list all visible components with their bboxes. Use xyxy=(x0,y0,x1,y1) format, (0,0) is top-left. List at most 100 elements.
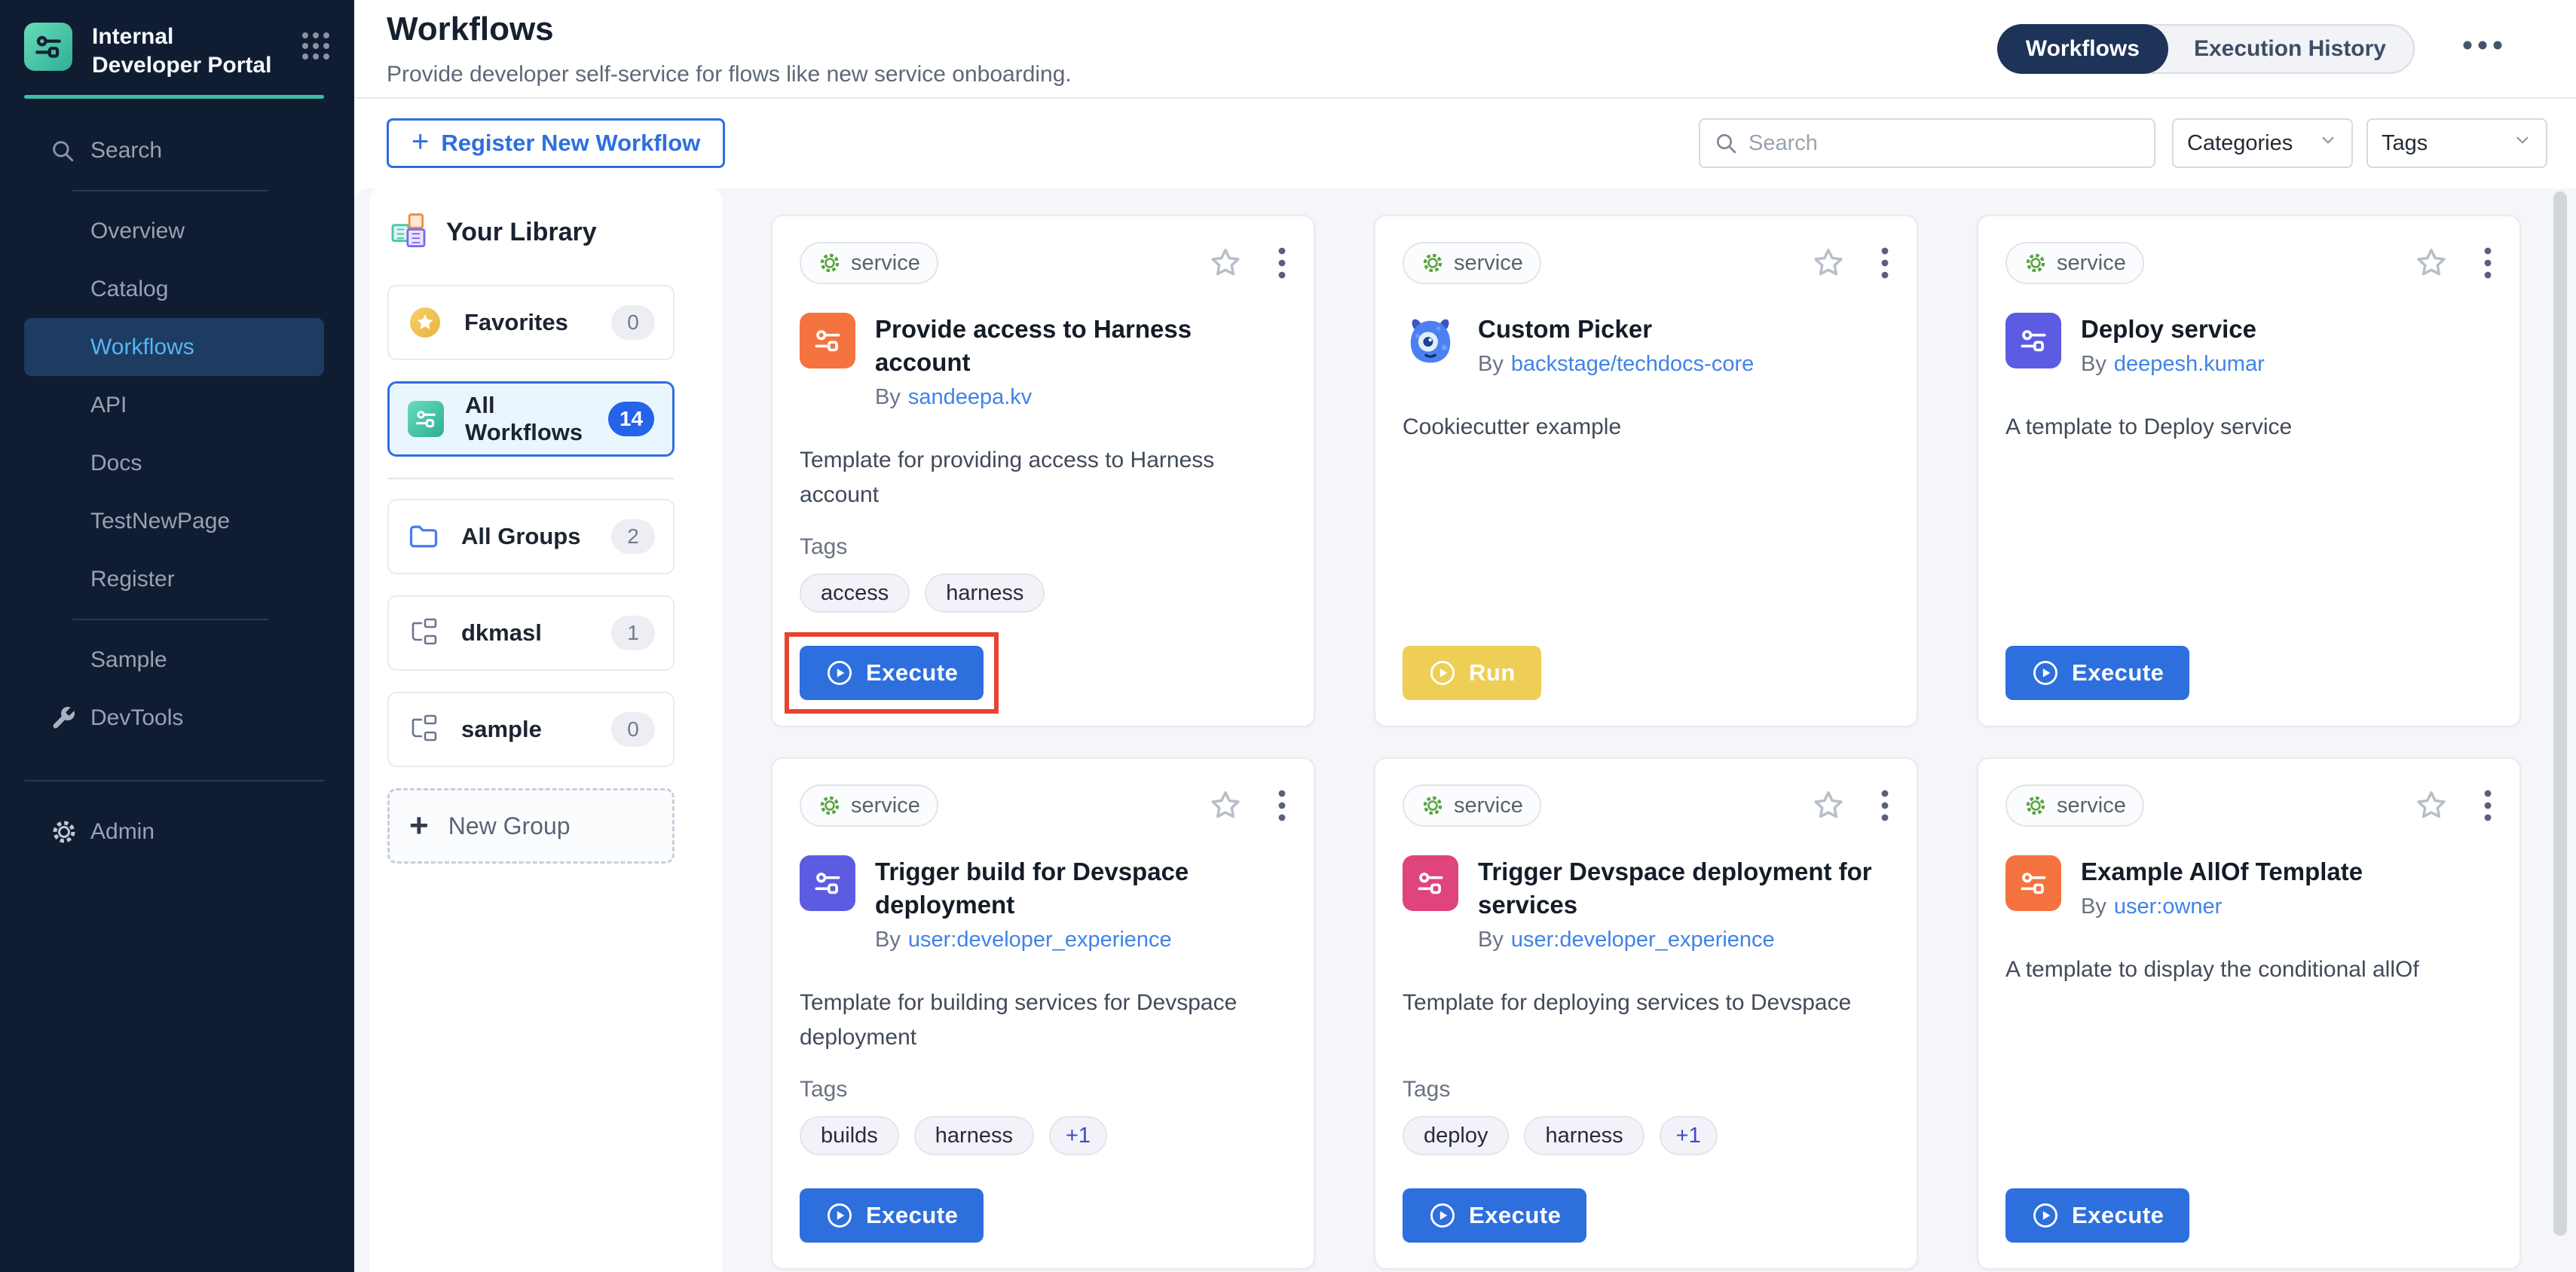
workflow-icon xyxy=(800,855,855,911)
author-link[interactable]: user:developer_experience xyxy=(908,928,1172,952)
library-item-all-groups[interactable]: All Groups2 xyxy=(387,499,675,574)
card-spacer xyxy=(800,512,1286,534)
tag-pill[interactable]: access xyxy=(800,573,910,613)
service-gear-icon xyxy=(2024,793,2048,818)
workflow-icon xyxy=(2005,313,2061,368)
kebab-menu-icon[interactable] xyxy=(1880,787,1889,824)
sidebar-item-workflows[interactable]: Workflows xyxy=(24,318,324,376)
tags-label: Tags xyxy=(1403,1077,1889,1102)
apps-grid-icon[interactable] xyxy=(300,30,332,66)
sidebar-item-overview[interactable]: Overview xyxy=(24,202,324,260)
author-link[interactable]: user:owner xyxy=(2114,894,2222,919)
card-head-text: Example AllOf TemplateByuser:owner xyxy=(2081,855,2363,919)
library-item-label: sample xyxy=(461,716,542,743)
card-spacer xyxy=(800,1055,1286,1077)
favorite-star-icon[interactable] xyxy=(2414,246,2449,280)
tag-pill[interactable]: harness xyxy=(1524,1116,1644,1155)
kebab-menu-icon[interactable] xyxy=(1277,245,1286,281)
tags-filter[interactable]: Tags xyxy=(2366,118,2547,168)
page-subtitle: Provide developer self-service for flows… xyxy=(387,62,1072,87)
tag-pill[interactable]: deploy xyxy=(1403,1116,1509,1155)
library-panel: Your Library Favorites0All Workflows14Al… xyxy=(369,188,722,1272)
action-label: Run xyxy=(1469,659,1516,686)
view-toggle-workflows[interactable]: Workflows xyxy=(1997,24,2168,74)
author-link[interactable]: user:developer_experience xyxy=(1511,928,1775,952)
scrollbar-thumb[interactable] xyxy=(2553,191,2567,1236)
execute-button[interactable]: Execute xyxy=(800,1188,984,1243)
favorite-star-icon[interactable] xyxy=(1811,246,1846,280)
tag-pill[interactable]: harness xyxy=(914,1116,1034,1155)
favorite-star-icon[interactable] xyxy=(2414,788,2449,823)
new-group-button[interactable]: +New Group xyxy=(387,788,675,864)
sidebar-item-docs[interactable]: Docs xyxy=(24,434,324,492)
tag-pill[interactable]: harness xyxy=(925,573,1045,613)
category-label: service xyxy=(2057,793,2126,818)
kebab-menu-icon[interactable] xyxy=(1880,245,1889,281)
library-item-count: 0 xyxy=(611,305,655,340)
library-item-all-workflows[interactable]: All Workflows14 xyxy=(387,381,675,457)
by-label: By xyxy=(1478,352,1504,376)
favorite-star-icon[interactable] xyxy=(1811,788,1846,823)
sidebar-item-register[interactable]: Register xyxy=(24,550,324,608)
extra-tags-pill[interactable]: +1 xyxy=(1660,1116,1718,1155)
card-top-row: service xyxy=(800,242,1286,284)
sidebar-item-devtools[interactable]: DevTools xyxy=(24,689,324,747)
categories-filter[interactable]: Categories xyxy=(2172,118,2353,168)
folder-icon xyxy=(407,520,440,553)
tags-label: Tags xyxy=(800,534,1286,560)
action-label: Execute xyxy=(866,659,958,686)
extra-tags-pill[interactable]: +1 xyxy=(1049,1116,1107,1155)
wrench-icon xyxy=(50,705,77,732)
sidebar-item-api[interactable]: API xyxy=(24,376,324,434)
content-area: Your Library Favorites0All Workflows14Al… xyxy=(354,188,2576,1272)
library-item-sample[interactable]: sample 0 xyxy=(387,692,675,767)
sidebar-item-catalog[interactable]: Catalog xyxy=(24,260,324,318)
card-title: Trigger Devspace deployment for services xyxy=(1478,855,1889,922)
kebab-menu-icon[interactable] xyxy=(1277,787,1286,824)
tag-pill[interactable]: builds xyxy=(800,1116,899,1155)
library-cubes-icon xyxy=(387,211,430,253)
execute-button[interactable]: Execute xyxy=(2005,646,2189,700)
card-title: Provide access to Harness account xyxy=(875,313,1286,379)
library-item-count: 0 xyxy=(611,712,655,747)
sidebar-item-label: Register xyxy=(90,567,175,592)
sidebar-item-search[interactable]: Search xyxy=(24,121,324,179)
kebab-menu-icon[interactable] xyxy=(2483,787,2492,824)
card-head: Example AllOf TemplateByuser:owner xyxy=(2005,855,2492,919)
execute-button[interactable]: Execute xyxy=(1403,1188,1586,1243)
sidebar-item-label: Overview xyxy=(90,219,185,244)
sidebar-item-testnewpage[interactable]: TestNewPage xyxy=(24,492,324,550)
search-input[interactable] xyxy=(1748,131,2140,156)
execute-button[interactable]: Execute xyxy=(2005,1188,2189,1243)
service-gear-icon xyxy=(2024,251,2048,275)
register-new-workflow-button[interactable]: + Register New Workflow xyxy=(387,118,725,168)
card-top-row: service xyxy=(2005,784,2492,827)
sidebar-item-sample[interactable]: Sample xyxy=(24,631,324,689)
library-item-count: 1 xyxy=(611,616,655,650)
card-head: Deploy serviceBydeepesh.kumar xyxy=(2005,313,2492,377)
card-description: Template for deploying services to Devsp… xyxy=(1403,986,1889,1020)
tags-label: Tags xyxy=(800,1077,1286,1102)
author-link[interactable]: deepesh.kumar xyxy=(2114,352,2265,376)
play-circle-icon xyxy=(1428,659,1457,687)
library-item-dkmasl[interactable]: dkmasl1 xyxy=(387,595,675,671)
execute-button[interactable]: Execute xyxy=(800,646,984,700)
workflow-icon xyxy=(800,313,855,368)
kebab-menu-icon[interactable] xyxy=(2483,245,2492,281)
card-action-row: Execute xyxy=(800,646,1286,700)
view-toggle-execution-history[interactable]: Execution History xyxy=(2165,24,2415,74)
more-options-icon[interactable] xyxy=(2461,39,2504,55)
sidebar-item-label: Search xyxy=(90,138,162,164)
author-link[interactable]: sandeepa.kv xyxy=(908,385,1032,409)
favorite-star-icon[interactable] xyxy=(1208,788,1243,823)
by-label: By xyxy=(875,385,901,409)
author-link[interactable]: backstage/techdocs-core xyxy=(1511,352,1754,376)
favorite-star-icon[interactable] xyxy=(1208,246,1243,280)
sidebar-item-admin[interactable]: Admin xyxy=(24,803,324,861)
run-button[interactable]: Run xyxy=(1403,646,1541,700)
card-head-text: Provide access to Harness account Bysande… xyxy=(875,313,1286,410)
portal-logo-icon[interactable] xyxy=(24,23,72,71)
play-circle-icon xyxy=(1428,1201,1457,1230)
library-item-favorites[interactable]: Favorites0 xyxy=(387,285,675,360)
card-head-text: Deploy serviceBydeepesh.kumar xyxy=(2081,313,2265,377)
